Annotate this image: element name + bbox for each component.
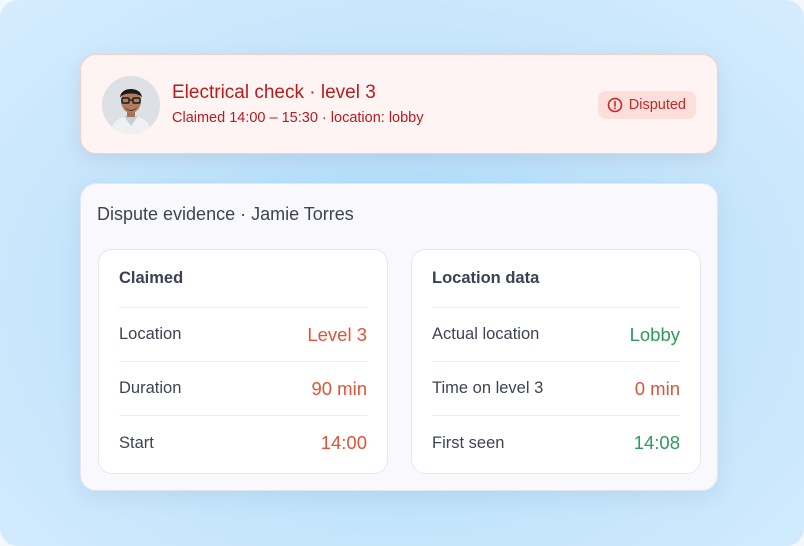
dispute-evidence-card: Dispute evidence · Jamie Torres Claimed … xyxy=(80,183,718,491)
claimed-panel: Claimed Location Level 3 Duration 90 min… xyxy=(98,249,388,474)
row-value: 90 min xyxy=(311,377,367,399)
location-row-time-on-level: Time on level 3 0 min xyxy=(432,362,680,416)
row-label: Duration xyxy=(119,379,182,397)
alert-subtitle: Claimed 14:00 – 15:30 · location: lobby xyxy=(172,110,424,126)
row-value: Lobby xyxy=(629,323,680,345)
status-badge-label: Disputed xyxy=(628,97,686,113)
row-label: Time on level 3 xyxy=(432,379,544,397)
alert-title: Electrical check · level 3 xyxy=(172,82,376,103)
claimed-row-start: Start 14:00 xyxy=(119,416,367,470)
location-data-panel-heading: Location data xyxy=(432,250,680,308)
row-label: First seen xyxy=(432,433,505,452)
background-stage: Electrical check · level 3 Claimed 14:00… xyxy=(0,0,804,546)
alert-circle-icon xyxy=(607,97,623,113)
dispute-alert-card[interactable]: Electrical check · level 3 Claimed 14:00… xyxy=(80,54,718,154)
row-value: 0 min xyxy=(634,377,680,399)
person-avatar-image xyxy=(102,76,160,134)
claimed-panel-heading: Claimed xyxy=(119,250,367,308)
location-row-first-seen: First seen 14:08 xyxy=(432,416,680,470)
claimed-row-location: Location Level 3 xyxy=(119,308,367,362)
location-data-panel: Location data Actual location Lobby Time… xyxy=(411,249,701,474)
avatar xyxy=(102,76,160,134)
row-value: Level 3 xyxy=(307,323,367,345)
row-label: Actual location xyxy=(432,325,540,343)
row-value: 14:08 xyxy=(633,432,680,453)
row-value: 14:00 xyxy=(320,432,367,453)
row-label: Start xyxy=(119,433,154,452)
location-row-actual: Actual location Lobby xyxy=(432,308,680,362)
status-badge[interactable]: Disputed xyxy=(597,91,696,119)
row-label: Location xyxy=(119,325,182,343)
claimed-row-duration: Duration 90 min xyxy=(119,362,367,416)
evidence-title: Dispute evidence · Jamie Torres xyxy=(97,204,354,224)
